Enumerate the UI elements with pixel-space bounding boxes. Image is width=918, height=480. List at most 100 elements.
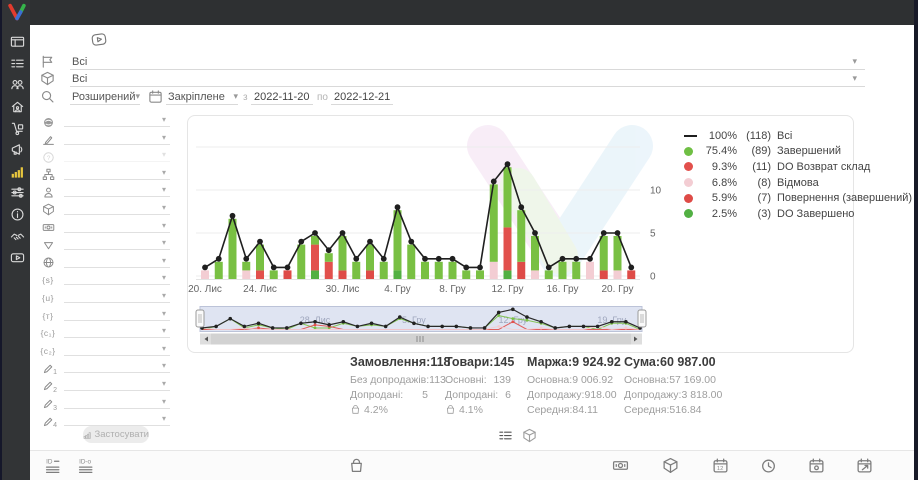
range-handle-left[interactable] xyxy=(196,310,204,327)
bottom-tab-id-o-list-icon[interactable] xyxy=(78,457,95,479)
globe-icon xyxy=(40,255,56,271)
chevron-down-icon[interactable]: ▾ xyxy=(162,168,166,177)
cube-icon xyxy=(40,202,56,218)
date-to-field[interactable]: 2022-12-21 xyxy=(331,89,393,105)
filter-dropdown[interactable] xyxy=(64,289,170,303)
sidebar-item-window[interactable] xyxy=(2,31,32,53)
chevron-down-icon[interactable]: ▾ xyxy=(162,185,166,194)
chevron-down-icon[interactable]: ▾ xyxy=(162,221,166,230)
legend-dot-swatch xyxy=(684,194,700,203)
legend-item[interactable]: 2.5%(3)DO Завершено xyxy=(684,206,912,222)
filter-dropdown[interactable] xyxy=(64,236,170,250)
braces-glyph-icon: {c₁} xyxy=(40,325,56,341)
chevron-down-icon[interactable]: ▾ xyxy=(233,91,238,102)
stat-sub-value: 3 818.00 xyxy=(681,389,722,401)
list-view-icon[interactable] xyxy=(498,428,513,443)
banknote-icon xyxy=(612,457,629,474)
chevron-down-icon[interactable]: ▾ xyxy=(162,291,166,300)
bottom-tab-calendar-12-icon[interactable] xyxy=(712,457,729,479)
sidebar-item-megaphone[interactable] xyxy=(2,139,32,161)
sidebar-item-cart[interactable] xyxy=(2,117,32,139)
legend-item[interactable]: 75.4%(89)Завершений xyxy=(684,144,912,160)
filter-dropdown[interactable] xyxy=(64,183,170,197)
bottom-tab-bag-icon[interactable] xyxy=(348,457,365,479)
range-handle-right[interactable] xyxy=(638,310,646,327)
bottom-tab-cube-icon[interactable] xyxy=(662,457,679,479)
stat-sub-value: 9 006.92 xyxy=(572,374,613,386)
filter-dropdown[interactable] xyxy=(64,219,170,233)
filter-dropdown[interactable] xyxy=(64,166,170,180)
chevron-down-icon[interactable]: ▾ xyxy=(162,256,166,265)
chart-scrollbar[interactable] xyxy=(200,334,642,345)
filter-dropdown[interactable] xyxy=(64,254,170,268)
apply-button[interactable]: Застосувати xyxy=(83,426,149,443)
period-mode-select[interactable]: Закріплене ▾ xyxy=(166,89,238,105)
search-mode-select[interactable]: Розширений ▾ xyxy=(70,89,140,105)
chevron-down-icon[interactable]: ▾ xyxy=(162,133,166,142)
play-tutorial-icon[interactable] xyxy=(89,31,109,48)
chevron-down-icon[interactable]: ▾ xyxy=(162,150,166,159)
search-icon[interactable] xyxy=(40,89,55,104)
pen-index: 2 xyxy=(53,387,57,394)
legend-label: Повернення (завершений) xyxy=(777,192,912,204)
calendar-plus-icon xyxy=(808,457,825,474)
filter-dropdown[interactable] xyxy=(64,324,170,338)
filter-dropdown[interactable] xyxy=(64,395,170,409)
stat-value: 9 924.92 xyxy=(572,355,621,372)
sidebar-item-bar-chart[interactable] xyxy=(2,161,32,183)
app-logo-icon[interactable] xyxy=(6,2,28,23)
legend-item[interactable]: 9.3%(11)DO Возврат склад xyxy=(684,159,912,175)
chevron-down-icon[interactable]: ▾ xyxy=(162,379,166,388)
chevron-down-icon[interactable]: ▾ xyxy=(162,414,166,423)
bottom-tab-id-list-icon[interactable] xyxy=(45,457,62,479)
sidebar-item-list[interactable] xyxy=(2,53,32,75)
pen-icon: 2 xyxy=(40,378,56,394)
filter-dropdown[interactable] xyxy=(64,377,170,391)
sidebar-item-sliders[interactable] xyxy=(2,182,32,204)
bottom-tab-clock-icon[interactable] xyxy=(760,457,777,479)
product-filter-select[interactable]: Всі ▾ xyxy=(70,71,865,87)
filter-dropdown[interactable] xyxy=(64,412,170,426)
sidebar-item-video[interactable] xyxy=(2,247,32,269)
chevron-down-icon[interactable]: ▾ xyxy=(162,238,166,247)
svg-text:12. Гру: 12. Гру xyxy=(492,284,524,295)
chevron-down-icon[interactable]: ▾ xyxy=(162,309,166,318)
channel-filter-select[interactable]: Всі ▾ xyxy=(70,54,865,70)
filter-dropdown[interactable] xyxy=(64,307,170,321)
chevron-down-icon[interactable]: ▾ xyxy=(162,273,166,282)
legend-item[interactable]: 100%(118)Всі xyxy=(684,128,912,144)
filter-dropdown[interactable] xyxy=(64,148,170,162)
filter-dropdown[interactable] xyxy=(64,271,170,285)
stat-sub-label: Без допродажів: xyxy=(350,374,429,386)
date-to-label: по xyxy=(317,92,328,103)
bottom-tab-calendar-export-icon[interactable] xyxy=(856,457,873,479)
sidebar-item-users[interactable] xyxy=(2,74,32,96)
chevron-down-icon[interactable]: ▾ xyxy=(162,326,166,335)
filter-dropdown[interactable] xyxy=(64,359,170,373)
chevron-down-icon[interactable]: ▾ xyxy=(852,56,857,67)
bottom-tab-calendar-plus-icon[interactable] xyxy=(808,457,825,479)
chevron-down-icon[interactable]: ▾ xyxy=(162,344,166,353)
filter-dropdown[interactable] xyxy=(64,131,170,145)
sidebar-item-info[interactable] xyxy=(2,204,32,226)
chevron-down-icon[interactable]: ▾ xyxy=(162,203,166,212)
filter-dropdown[interactable] xyxy=(64,342,170,356)
chevron-down-icon[interactable]: ▾ xyxy=(162,361,166,370)
date-from-field[interactable]: 2022-11-20 xyxy=(251,89,313,105)
chevron-down-icon[interactable]: ▾ xyxy=(852,73,857,84)
filter-dropdown[interactable] xyxy=(64,201,170,215)
stat-value: 145 xyxy=(493,355,514,372)
chevron-down-icon[interactable]: ▾ xyxy=(135,91,140,102)
filter-row-16: 2▾ xyxy=(36,377,178,395)
question-icon xyxy=(40,149,56,165)
legend-item[interactable]: 6.8%(8)Відмова xyxy=(684,175,912,191)
cube-view-icon[interactable] xyxy=(522,428,537,443)
filter-dropdown[interactable] xyxy=(64,113,170,127)
sidebar-item-handshake[interactable] xyxy=(2,225,32,247)
sidebar-item-home[interactable] xyxy=(2,96,32,118)
calendar-icon[interactable] xyxy=(148,89,163,104)
bottom-tab-banknote-icon[interactable] xyxy=(612,457,629,479)
legend-item[interactable]: 5.9%(7)Повернення (завершений) xyxy=(684,190,912,206)
chevron-down-icon[interactable]: ▾ xyxy=(162,115,166,124)
chevron-down-icon[interactable]: ▾ xyxy=(162,397,166,406)
